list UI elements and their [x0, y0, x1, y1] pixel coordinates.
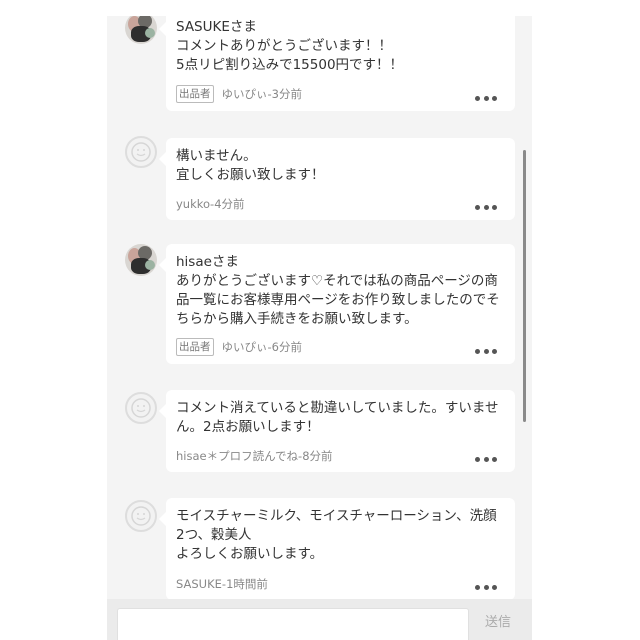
comment-author[interactable]: yukko: [176, 197, 210, 211]
comment-time: 1時間前: [226, 577, 268, 591]
smiley-icon: [131, 506, 151, 526]
more-dots-icon[interactable]: [475, 456, 497, 462]
seller-photo-avatar[interactable]: [125, 244, 157, 276]
comment-text: 構いません。 宜しくお願い致します！: [176, 148, 325, 183]
comment-time: 8分前: [302, 449, 333, 463]
default-avatar[interactable]: [125, 136, 157, 168]
comment-composer: 送信: [107, 599, 532, 640]
comment-text: hisaeさま ありがとうございます♡それでは私の商品ページの商品一覧にお客様専…: [176, 254, 500, 327]
comment-meta: SASUKE - 1時間前: [176, 576, 268, 592]
comment-meta: yukko - 4分前: [176, 196, 245, 212]
default-avatar[interactable]: [125, 392, 157, 424]
seller-badge: 出品者: [176, 338, 214, 356]
comment-time: 4分前: [214, 197, 245, 211]
comment-time: 6分前: [271, 340, 302, 354]
comment-text: コメント消えていると勘違いしていました。すいません。2点お願いします！: [176, 400, 499, 435]
comment-meta: hisae＊プロフ読んでね - 8分前: [176, 448, 333, 464]
comment-meta: 出品者 ゆいぴぃ - 6分前: [176, 338, 302, 356]
more-dots-icon[interactable]: [475, 204, 497, 210]
more-dots-icon[interactable]: [475, 584, 497, 590]
comment-meta: 出品者 ゆいぴぃ - 3分前: [176, 85, 302, 103]
comment-text: SASUKEさま コメントありがとうございます！！ 5点リピ割り込みで15500…: [176, 19, 404, 73]
comment-bubble: モイスチャーミルク、モイスチャーローション、洗顔2つ、穀美人 よろしくお願いしま…: [159, 498, 515, 600]
comment-input[interactable]: [117, 608, 469, 640]
smiley-icon: [131, 398, 151, 418]
comment-text: モイスチャーミルク、モイスチャーローション、洗顔2つ、穀美人 よろしくお願いしま…: [176, 508, 497, 562]
smiley-icon: [131, 142, 151, 162]
comment-author[interactable]: hisae＊プロフ読んでね: [176, 448, 298, 464]
comment-author[interactable]: ゆいぴぃ: [222, 339, 268, 355]
comment-bubble: 構いません。 宜しくお願い致します！ yukko - 4分前: [159, 138, 515, 220]
default-avatar[interactable]: [125, 500, 157, 532]
more-dots-icon[interactable]: [475, 95, 497, 101]
seller-photo-avatar[interactable]: [125, 16, 157, 44]
seller-badge: 出品者: [176, 85, 214, 103]
comment-time: 3分前: [271, 87, 302, 101]
more-dots-icon[interactable]: [475, 348, 497, 354]
comment-thread: SASUKEさま コメントありがとうございます！！ 5点リピ割り込みで15500…: [107, 16, 532, 640]
comment-bubble: コメント消えていると勘違いしていました。すいません。2点お願いします！ hisa…: [159, 390, 515, 472]
scrollbar[interactable]: [523, 150, 526, 422]
comment-author[interactable]: ゆいぴぃ: [222, 86, 268, 102]
send-button[interactable]: 送信: [485, 611, 511, 630]
comment-bubble: SASUKEさま コメントありがとうございます！！ 5点リピ割り込みで15500…: [159, 16, 515, 111]
comment-bubble: hisaeさま ありがとうございます♡それでは私の商品ページの商品一覧にお客様専…: [159, 244, 515, 364]
comment-author[interactable]: SASUKE: [176, 577, 222, 591]
